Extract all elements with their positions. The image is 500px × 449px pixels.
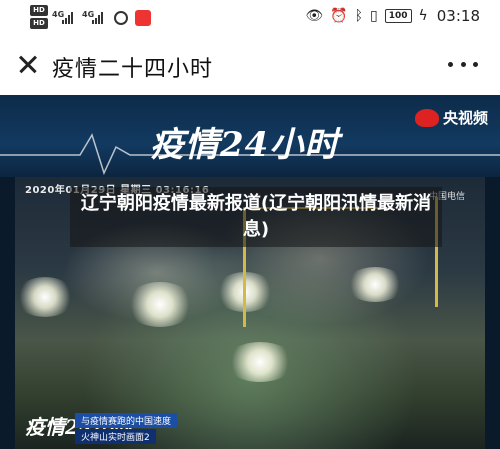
cctv-logo-icon [414,108,439,127]
lower-third-line1: 与疫情赛跑的中国速度 [75,413,178,428]
more-options-icon[interactable] [448,52,478,76]
floodlight [15,277,75,317]
message-icon [114,11,128,25]
vibrate-icon: ▯ [370,8,378,24]
eye-icon: 👁 [305,8,324,24]
sim2-hd-badge: HD [30,18,48,29]
article-headline: 辽宁朝阳疫情最新报道(辽宁朝阳汛情最新消息) [70,187,442,247]
banner-title: 疫情24小时 [150,125,340,165]
signal2-icon [92,12,106,24]
close-icon[interactable] [14,50,42,78]
lower-third-caption: 疫情24小时 与疫情赛跑的中国速度 火神山实时画面2 [15,407,315,449]
broadcaster-logo: 央视频 [414,107,488,128]
floodlight [125,282,195,327]
alarm-icon: ⏰ [330,8,348,24]
article-image: 疫情24小时 央视频 2020年01月29日 星期三 03:16:16 中国电信… [0,95,500,449]
floodlight [345,267,405,302]
app-notification-icon [135,10,151,26]
charging-icon: ϟ [418,8,428,24]
page-title: 疫情二十四小时 [52,57,214,82]
status-bar: HD HD 4G 4G 👁 ⏰ ᛒ ▯ 100 ϟ 03:18 [0,0,500,32]
program-banner: 疫情24小时 央视频 [0,95,500,177]
broadcaster-name: 央视频 [442,109,488,127]
title-bar: 疫情二十四小时 [0,46,500,86]
battery-indicator: 100 [384,9,412,23]
sim1-hd-badge: HD [30,5,48,16]
signal1-icon [62,12,76,24]
status-bar-right: 👁 ⏰ ᛒ ▯ 100 ϟ 03:18 [305,0,480,32]
floodlight [225,342,295,382]
bluetooth-icon: ᛒ [354,8,363,24]
status-clock: 03:18 [436,7,480,25]
lower-third-line2: 火神山实时画面2 [75,429,156,444]
